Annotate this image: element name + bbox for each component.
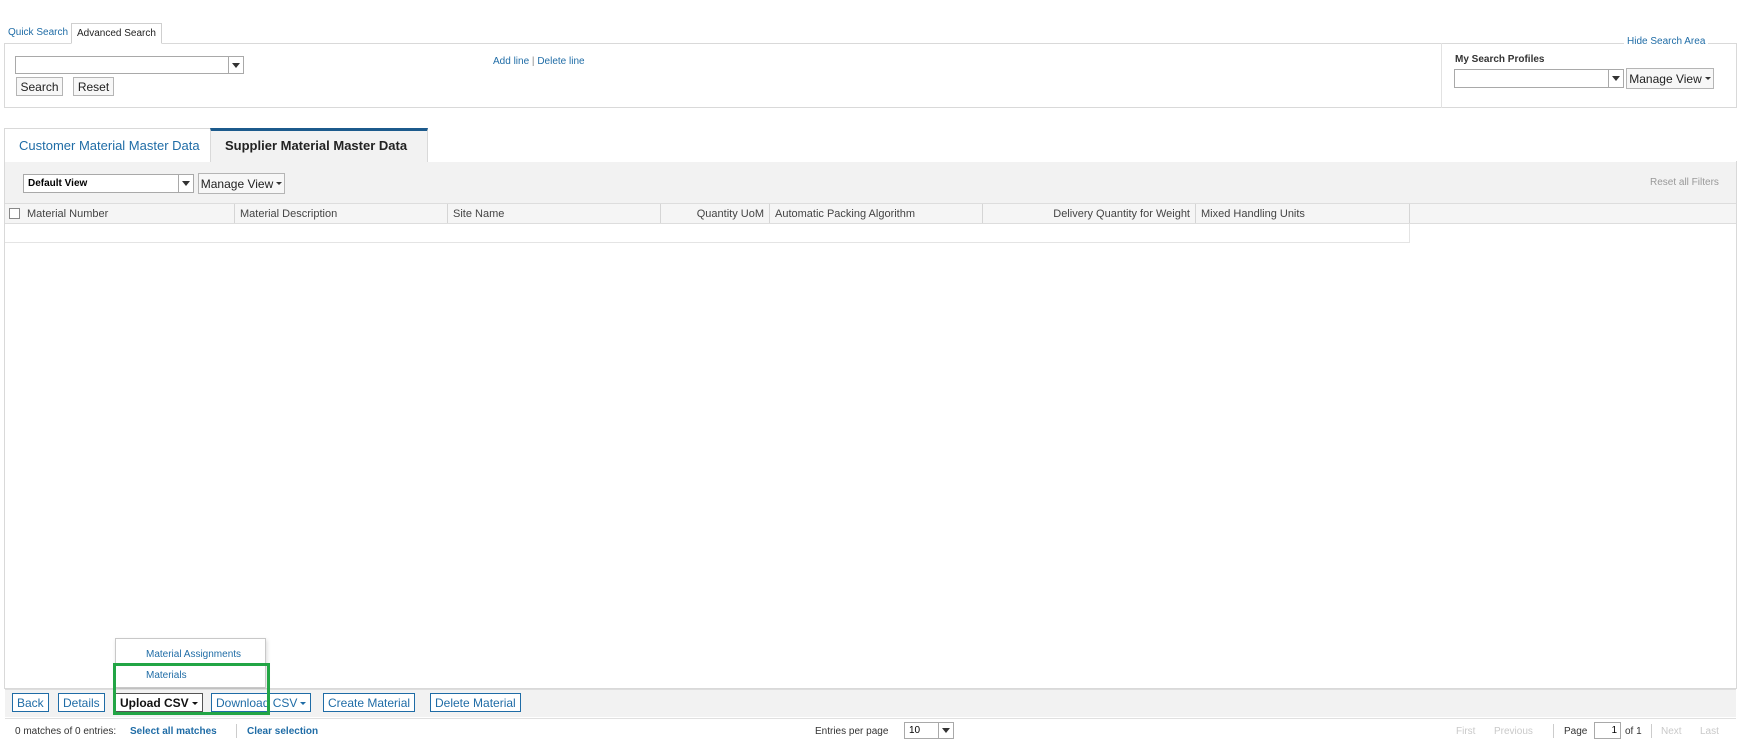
line-actions: Add line | Delete line [493,56,585,67]
hide-search-area-link[interactable]: Hide Search Area [1624,36,1709,47]
reset-button[interactable]: Reset [73,77,114,96]
chevron-down-icon [178,175,193,192]
line-actions-separator: | [531,56,535,67]
advanced-search-tab[interactable]: Advanced Search [71,23,162,44]
previous-page-button[interactable]: Previous [1494,726,1533,737]
chevron-down-icon [1608,70,1623,87]
highlight-box [113,663,270,715]
add-line-link[interactable]: Add line [493,56,529,67]
column-header-mixed-handling-units[interactable]: Mixed Handling Units [1196,204,1410,223]
search-profile-select[interactable] [1454,69,1624,88]
next-page-button[interactable]: Next [1661,726,1682,737]
create-material-button[interactable]: Create Material [323,693,416,712]
profile-manage-view-label: Manage View [1629,71,1702,86]
column-header-automatic-packing-algorithm[interactable]: Automatic Packing Algorithm [770,204,983,223]
column-header-site-name[interactable]: Site Name [448,204,661,223]
page-number-input[interactable]: 1 [1594,722,1621,739]
search-field-select[interactable] [15,56,244,74]
view-select[interactable]: Default View [23,174,194,193]
profile-manage-view-button[interactable]: Manage View [1626,68,1714,89]
column-header-quantity-uom[interactable]: Quantity UoM [661,204,770,223]
pager-separator [1553,724,1554,738]
quick-search-tab[interactable]: Quick Search [8,27,68,38]
caret-down-icon [300,702,307,706]
details-button[interactable]: Details [58,693,105,712]
delete-line-link[interactable]: Delete line [537,56,584,67]
column-header-material-number[interactable]: Material Number [5,204,235,223]
caret-down-icon [276,182,283,185]
entries-per-page-select[interactable]: 10 [904,722,954,739]
back-button[interactable]: Back [12,693,49,712]
first-page-button[interactable]: First [1456,726,1475,737]
delete-material-button[interactable]: Delete Material [430,693,521,712]
reset-all-filters-link[interactable]: Reset all Filters [1650,177,1719,188]
table-header: Material Number Material Description Sit… [5,203,1736,224]
column-header-label: Material Number [27,208,109,220]
menu-item-material-assignments[interactable]: Material Assignments [146,649,241,660]
entries-per-page-value: 10 [909,725,921,736]
tab-supplier-material-master-data[interactable]: Supplier Material Master Data [210,128,428,162]
manage-view-label: Manage View [200,176,274,191]
last-page-button[interactable]: Last [1700,726,1719,737]
view-select-value: Default View [28,178,88,189]
column-header-material-description[interactable]: Material Description [235,204,448,223]
pager-separator [1651,724,1652,738]
page-total: of 1 [1625,726,1642,737]
clear-selection-link[interactable]: Clear selection [247,726,318,737]
table-empty-row [5,224,1410,243]
manage-view-button[interactable]: Manage View [198,173,285,194]
tab-customer-material-master-data[interactable]: Customer Material Master Data [4,128,215,162]
caret-down-icon [1704,77,1711,80]
chevron-down-icon [938,723,953,738]
search-button[interactable]: Search [16,77,63,96]
select-all-matches-link[interactable]: Select all matches [130,726,217,737]
column-header-delivery-quantity-for-weight[interactable]: Delivery Quantity for Weight [983,204,1196,223]
search-profiles-label: My Search Profiles [1455,54,1545,65]
search-area-divider [1441,43,1442,108]
page-label: Page [1564,726,1588,737]
entries-per-page-label: Entries per page [815,726,889,737]
match-count: 0 matches of 0 entries: [15,726,117,737]
footer-separator [236,724,237,738]
select-all-checkbox[interactable] [9,208,20,219]
chevron-down-icon [228,57,243,73]
